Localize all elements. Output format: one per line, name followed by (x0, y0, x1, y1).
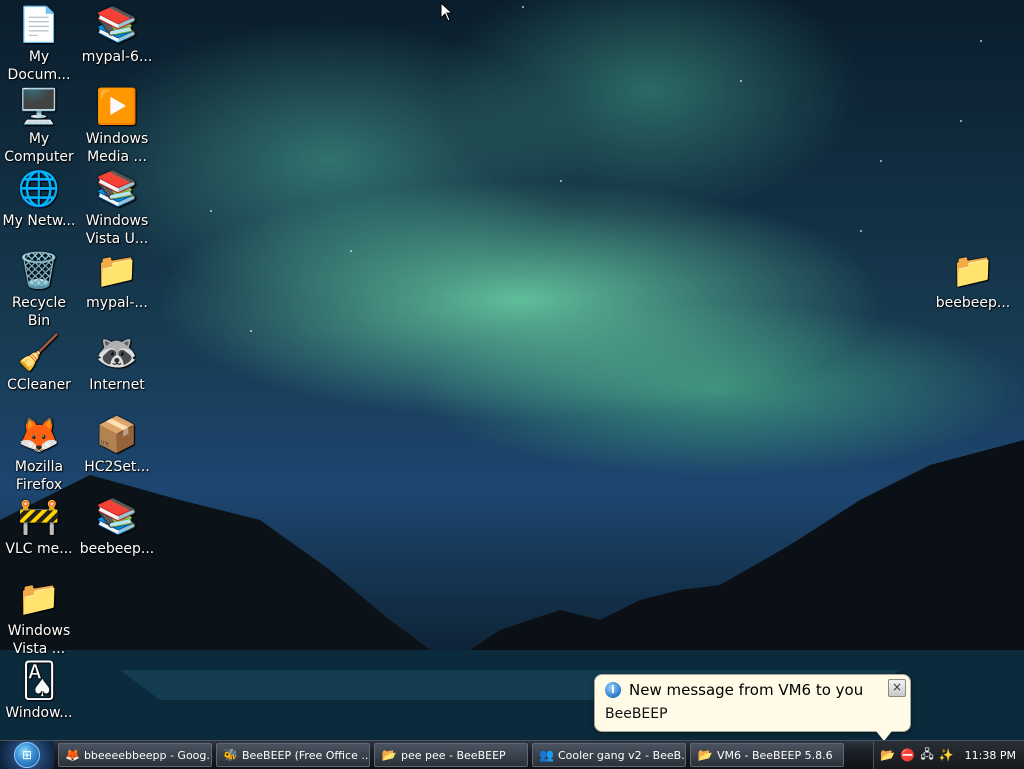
beebeep-folder-icon: 📂 (381, 748, 397, 762)
wand-icon[interactable]: ✨ (939, 748, 954, 762)
desktop-icon-label: Windows Vista U... (85, 213, 149, 247)
network-icon[interactable]: 🖧 (920, 745, 933, 766)
recycle-bin-icon: 🗑️ (17, 251, 61, 291)
desktop-icon-my-network[interactable]: 🌐 My Netw... (0, 164, 78, 246)
taskbar-item-vm6[interactable]: 📂 VM6 - BeeBEEP 5.8.6 (690, 743, 844, 767)
desktop-icon-label: CCleaner (7, 377, 71, 393)
desktop-icon-label: My Computer (4, 131, 74, 165)
winrar-archive-icon: 📚 (95, 169, 139, 209)
winrar-archive-icon: 📚 (95, 497, 139, 537)
close-button[interactable]: × (888, 679, 906, 697)
desktop-icon-vlc[interactable]: 🚧 VLC me... (0, 492, 78, 574)
raccoon-internet-icon: 🦝 (95, 333, 139, 373)
solitaire-card-icon: 🂡 (21, 661, 57, 701)
my-documents-icon: 📄 (17, 5, 61, 45)
desktop-icon-label: Windows Media ... (85, 131, 149, 165)
desktop-icon-label: beebeep... (935, 295, 1011, 311)
windows-logo-icon: ⊞ (14, 742, 40, 768)
firefox-icon: 🦊 (17, 415, 61, 455)
desktop-icon-label: Recycle Bin (12, 295, 66, 329)
my-computer-icon: 🖥️ (17, 87, 61, 127)
desktop-icon-mozilla-firefox[interactable]: 🦊 Mozilla Firefox (0, 410, 78, 493)
desktop-icon-internet[interactable]: 🦝 Internet (78, 328, 156, 410)
taskbar-item-label: BeeBEEP (Free Office ... (241, 748, 370, 762)
folder-icon: 📁 (17, 579, 61, 619)
desktop-icon-windows-solitaire[interactable]: 🂡 Window... (0, 656, 78, 738)
taskbar-item-label: Cooler gang v2 - BeeB... (557, 748, 686, 762)
my-network-places-icon: 🌐 (17, 169, 61, 209)
folder-icon: 📁 (95, 251, 139, 291)
desktop-icon-label: My Netw... (2, 213, 76, 229)
desktop-icon-mypal-folder[interactable]: 📁 mypal-... (78, 246, 156, 328)
desktop-icon-ccleaner[interactable]: 🧹 CCleaner (0, 328, 78, 410)
beebeep-icon: 🐝 (223, 748, 238, 762)
desktop: 📄 My Docum... 📚 mypal-6... 🖥️ My Compute… (0, 0, 1024, 740)
notification-body: BeeBEEP (605, 706, 668, 722)
mouse-cursor-icon (440, 2, 454, 22)
taskbar-item-cooler-gang[interactable]: 👥 Cooler gang v2 - BeeB... (532, 743, 686, 767)
desktop-icon-label: Window... (5, 705, 73, 721)
taskbar: ⊞ 🦊 bbeeeebbeepp - Goog... 🐝 BeeBEEP (Fr… (0, 740, 1024, 769)
taskbar-item-firefox[interactable]: 🦊 bbeeeebbeepp - Goog... (58, 743, 212, 767)
desktop-icon-label: Internet (89, 377, 145, 393)
vlc-cone-icon: 🚧 (17, 497, 61, 537)
desktop-icon-my-computer[interactable]: 🖥️ My Computer (0, 82, 78, 165)
desktop-icon-mypal-archive[interactable]: 📚 mypal-6... (78, 0, 156, 82)
desktop-icon-label: HC2Set... (84, 459, 150, 475)
beebeep-folder-icon: 📂 (697, 748, 713, 762)
desktop-icon-label: VLC me... (5, 541, 73, 557)
winrar-archive-icon: 📚 (95, 5, 139, 45)
system-tray: 📂 ⛔ 🖧 ✨ 11:38 PM (873, 741, 1024, 769)
notification-title: New message from VM6 to you (629, 681, 864, 699)
taskbar-item-pee-pee[interactable]: 📂 pee pee - BeeBEEP (374, 743, 528, 767)
taskbar-item-beebeep-main[interactable]: 🐝 BeeBEEP (Free Office ... (216, 743, 370, 767)
start-button[interactable]: ⊞ (0, 741, 54, 769)
beebeep-tray-icon[interactable]: 📂 (880, 748, 895, 762)
firefox-icon: 🦊 (65, 748, 80, 762)
desktop-icon-hc2setup[interactable]: 📦 HC2Set... (78, 410, 156, 492)
folder-icon: 📁 (951, 251, 995, 291)
taskbar-item-label: bbeeeebbeepp - Goog... (83, 748, 212, 762)
desktop-icon-windows-vista-folder[interactable]: 📁 Windows Vista ... (0, 574, 78, 657)
desktop-icon-my-documents[interactable]: 📄 My Docum... (0, 0, 78, 83)
notification-balloon[interactable]: i New message from VM6 to you BeeBEEP × (594, 674, 911, 741)
info-icon: i (605, 682, 621, 698)
desktop-icon-windows-vista-archive[interactable]: 📚 Windows Vista U... (78, 164, 156, 247)
windows-media-player-icon: ▶️ (95, 87, 139, 127)
desktop-icon-beebeep-archive[interactable]: 📚 beebeep... (78, 492, 156, 574)
desktop-icon-recycle-bin[interactable]: 🗑️ Recycle Bin (0, 246, 78, 329)
taskbar-item-label: pee pee - BeeBEEP (401, 748, 506, 762)
beebeep-group-icon: 👥 (539, 748, 554, 762)
desktop-icon-beebeep-folder[interactable]: 📁 beebeep... (934, 246, 1012, 328)
installer-box-icon: 📦 (95, 415, 139, 455)
security-shield-icon[interactable]: ⛔ (900, 748, 915, 762)
desktop-icon-label: Mozilla Firefox (14, 459, 64, 493)
desktop-icon-label: beebeep... (79, 541, 155, 557)
desktop-icon-windows-media[interactable]: ▶️ Windows Media ... (78, 82, 156, 165)
desktop-icon-label: Windows Vista ... (7, 623, 71, 657)
desktop-icon-label: mypal-... (86, 295, 148, 311)
desktop-icon-label: My Docum... (7, 49, 71, 83)
desktop-icon-label: mypal-6... (81, 49, 153, 65)
ccleaner-icon: 🧹 (17, 333, 61, 373)
taskbar-item-label: VM6 - BeeBEEP 5.8.6 (717, 748, 833, 762)
clock[interactable]: 11:38 PM (965, 749, 1016, 762)
